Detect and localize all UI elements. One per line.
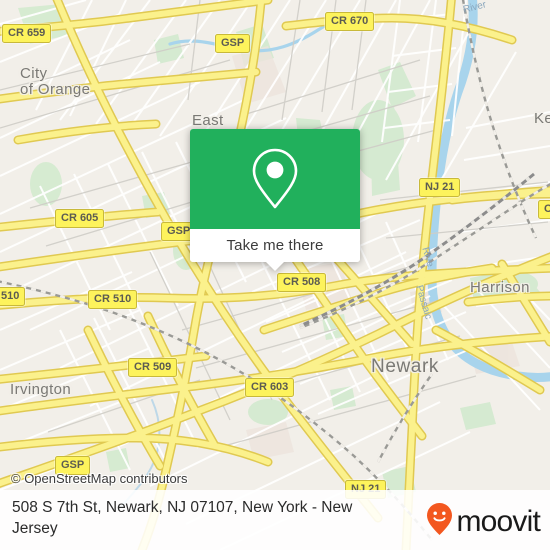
moovit-logo[interactable]: moovit (426, 502, 541, 541)
popup-pointer-tail (266, 262, 284, 271)
take-me-there-button[interactable]: Take me there (190, 229, 360, 262)
osm-attribution[interactable]: © OpenStreetMap contributors (11, 471, 188, 486)
moovit-smiley-pin-icon (426, 502, 453, 541)
popup-card-body: Take me there (190, 129, 360, 262)
footer-bar: 508 S 7th St, Newark, NJ 07107, New York… (0, 490, 550, 550)
map-canvas[interactable] (0, 0, 550, 550)
moovit-wordmark: moovit (456, 504, 540, 538)
map-screen: City of Orange East Harrison Newark Irvi… (0, 0, 550, 550)
popup-hero (190, 129, 360, 229)
location-pin-icon (250, 147, 300, 211)
footer-address-text: 508 S 7th St, Newark, NJ 07107, New York… (12, 499, 353, 537)
location-popup-card[interactable]: Take me there (190, 129, 360, 271)
take-me-there-label: Take me there (226, 237, 324, 254)
